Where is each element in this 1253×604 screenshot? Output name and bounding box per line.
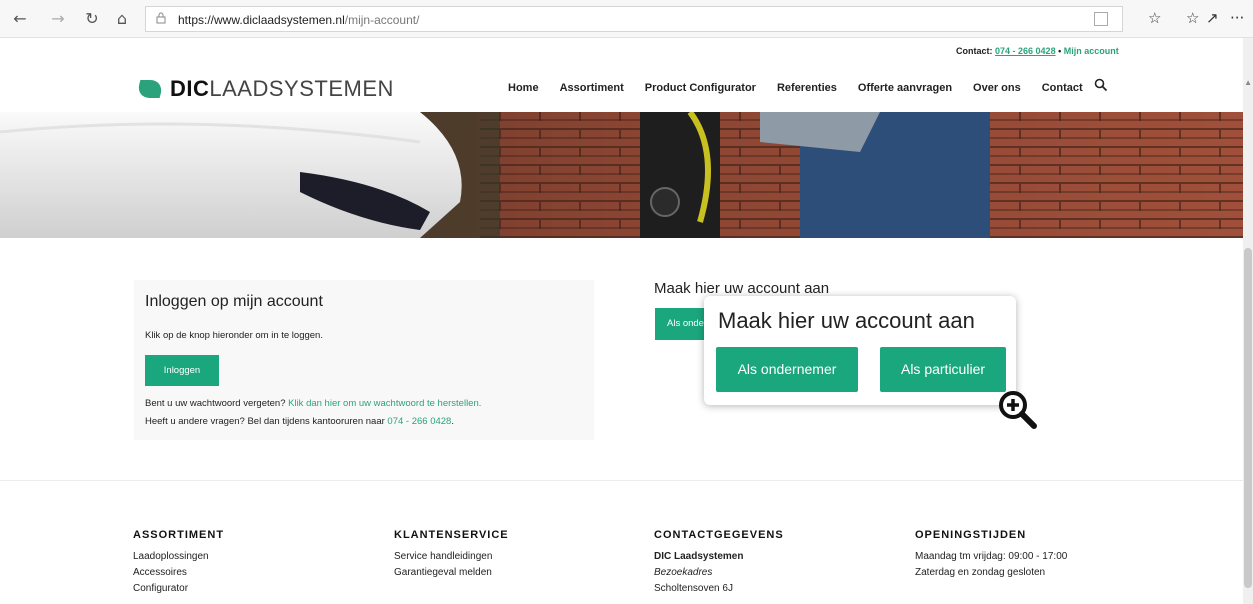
questions-line: Heeft u andere vragen? Bel dan tijdens k…	[145, 416, 454, 427]
site-header: DIC LAADSYSTEMEN Home Assortiment Product…	[0, 64, 1243, 112]
more-icon[interactable]: ···	[1230, 9, 1244, 27]
footer-link-accessoires[interactable]: Accessoires	[133, 565, 224, 581]
scroll-up-icon[interactable]: ▲	[1244, 78, 1252, 87]
footer-heading-assortiment: ASSORTIMENT	[133, 529, 225, 541]
popup-private-button[interactable]: Als particulier	[880, 347, 1006, 392]
questions-text: Heeft u andere vragen? Bel dan tijdens k…	[145, 416, 388, 427]
menu-item-over-ons[interactable]: Over ons	[973, 82, 1021, 94]
footer-link-laadoplossingen[interactable]: Laadoplossingen	[133, 549, 224, 565]
contact-line: Contact: 074 - 266 0428 • Mijn account	[956, 46, 1119, 56]
register-title: Maak hier uw account aan	[654, 280, 830, 297]
login-title: Inloggen op mijn account	[145, 293, 323, 310]
reset-password-link[interactable]: Klik dan hier om uw wachtwoord te herste…	[288, 398, 481, 409]
back-arrow-icon[interactable]: ←	[10, 9, 30, 29]
hero-banner-image	[0, 112, 1243, 238]
footer-link-configurator[interactable]: Configurator	[133, 581, 224, 597]
footer-hours-weekdays: Maandag tm vrijdag: 09:00 - 17:00	[915, 551, 1068, 562]
menu-item-product-configurator[interactable]: Product Configurator	[645, 82, 756, 94]
top-contact-bar: Contact: 074 - 266 0428 • Mijn account	[0, 38, 1243, 64]
share-icon[interactable]: ↗	[1206, 9, 1219, 27]
scroll-thumb[interactable]	[1244, 248, 1252, 588]
footer-col-klantenservice: KLANTENSERVICE Service handleidingen Gar…	[394, 529, 509, 581]
forgot-password-text: Bent u uw wachtwoord vergeten?	[145, 398, 289, 409]
login-instruction: Klik op de knop hieronder om in te logge…	[145, 330, 323, 341]
footer-link-garantiegeval[interactable]: Garantiegeval melden	[394, 565, 509, 581]
browser-toolbar: ← → ↻ ⌂ https://www.diclaadsystemen.nl/m…	[0, 0, 1253, 38]
contact-separator: •	[1055, 46, 1064, 56]
home-icon[interactable]: ⌂	[112, 9, 132, 29]
main-menu: Home Assortiment Product Configurator Re…	[508, 82, 1104, 94]
footer-heading-contact: CONTACTGEGEVENS	[654, 529, 784, 541]
url-path: /mijn-account/	[344, 13, 420, 27]
popup-business-button[interactable]: Als ondernemer	[716, 347, 858, 392]
contact-label: Contact:	[956, 46, 993, 56]
search-icon[interactable]	[1094, 78, 1108, 92]
refresh-icon[interactable]: ↻	[82, 9, 102, 29]
menu-item-referenties[interactable]: Referenties	[777, 82, 837, 94]
footer-divider	[0, 480, 1243, 481]
contact-phone-link[interactable]: 074 - 266 0428	[995, 46, 1056, 56]
footer-link-service-handleidingen[interactable]: Service handleidingen	[394, 549, 509, 565]
url-host: https://www.diclaadsystemen.nl	[178, 13, 345, 27]
logo-bold-text: DIC	[170, 76, 210, 101]
zoom-in-icon[interactable]	[996, 388, 1038, 430]
footer-heading-klantenservice: KLANTENSERVICE	[394, 529, 509, 541]
footer-col-contact: CONTACTGEGEVENS DIC Laadsystemen Bezoeka…	[654, 529, 784, 597]
footer-company-name: DIC Laadsystemen	[654, 551, 744, 562]
footer-heading-hours: OPENINGSTIJDEN	[915, 529, 1027, 541]
footer-col-assortiment: ASSORTIMENT Laadoplossingen Accessoires …	[133, 529, 224, 597]
url-text: https://www.diclaadsystemen.nl/mijn-acco…	[178, 13, 419, 27]
login-button[interactable]: Inloggen	[145, 355, 219, 386]
zoom-magnifier-popup: Maak hier uw account aan Als ondernemer …	[704, 296, 1016, 405]
questions-phone-link[interactable]: 074 - 266 0428	[387, 416, 451, 427]
forgot-password-line: Bent u uw wachtwoord vergeten? Klik dan …	[145, 398, 481, 409]
menu-item-home[interactable]: Home	[508, 82, 539, 94]
lock-icon	[156, 12, 166, 27]
logo-thin-text: LAADSYSTEMEN	[209, 76, 394, 101]
menu-item-contact[interactable]: Contact	[1042, 82, 1083, 94]
favorites-list-icon[interactable]: ☆	[1186, 9, 1199, 27]
menu-item-offerte-aanvragen[interactable]: Offerte aanvragen	[858, 82, 952, 94]
leaf-logo-icon	[135, 80, 165, 98]
footer-hours-weekend: Zaterdag en zondag gesloten	[915, 567, 1046, 578]
my-account-link[interactable]: Mijn account	[1064, 46, 1119, 56]
footer-street: Scholtensoven 6J	[654, 583, 733, 594]
forward-arrow-icon[interactable]: →	[48, 9, 68, 29]
footer-col-hours: OPENINGSTIJDEN Maandag tm vrijdag: 09:00…	[915, 529, 1067, 581]
reading-view-icon[interactable]	[1094, 12, 1108, 26]
site-logo[interactable]: DIC LAADSYSTEMEN	[135, 76, 394, 102]
footer-address-label: Bezoekadres	[654, 567, 713, 578]
address-bar[interactable]: https://www.diclaadsystemen.nl/mijn-acco…	[145, 6, 1123, 32]
menu-item-assortiment[interactable]: Assortiment	[560, 82, 624, 94]
popup-title: Maak hier uw account aan	[718, 308, 975, 333]
login-panel: Inloggen op mijn account Klik op de knop…	[134, 280, 594, 440]
page-scrollbar[interactable]: ▲	[1243, 38, 1253, 604]
favorite-star-icon[interactable]: ☆	[1148, 9, 1161, 27]
questions-suffix: .	[451, 416, 454, 427]
